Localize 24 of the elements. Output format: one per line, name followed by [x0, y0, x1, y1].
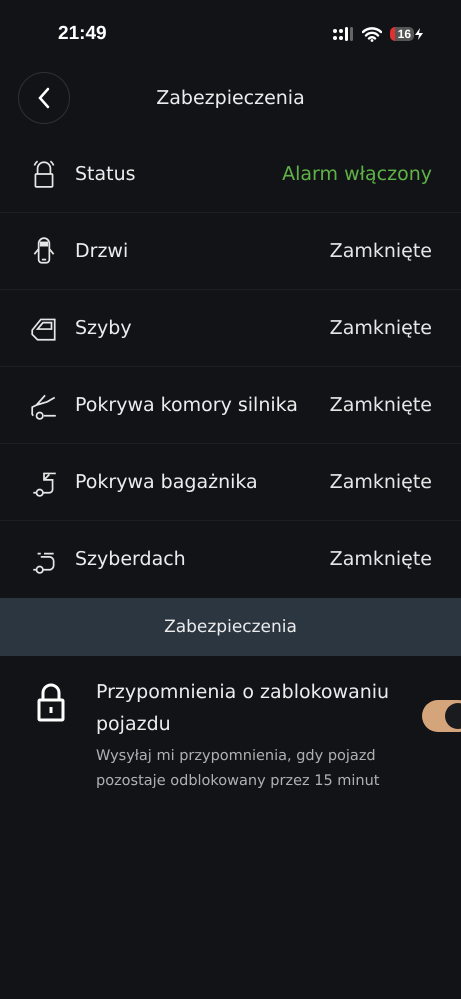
- padlock-icon: [36, 682, 66, 722]
- back-button[interactable]: [18, 72, 70, 124]
- screen-title: Zabezpieczenia: [156, 87, 305, 109]
- row-label: Szyby: [75, 317, 133, 339]
- status-value: Zamknięte: [330, 394, 432, 416]
- reminder-description: Wysyłaj mi przypomnienia, gdy pojazd pozostaje odblokowany przez 15 minut: [96, 747, 380, 791]
- row-label: Status: [75, 163, 137, 185]
- wifi-icon: [362, 26, 382, 42]
- status-value: Alarm włączony: [282, 163, 432, 185]
- status-value: Zamknięte: [330, 471, 432, 493]
- status-value: Zamknięte: [330, 317, 432, 339]
- signal-icon: [332, 26, 354, 42]
- row-label: Pokrywa bagażnika: [75, 471, 259, 493]
- status-value: Zamknięte: [330, 240, 432, 262]
- chevron-left-icon: [37, 87, 51, 109]
- row-label: Drzwi: [75, 240, 130, 262]
- battery-level: 16: [390, 27, 414, 41]
- row-label: Pokrywa komory silnika: [75, 394, 299, 416]
- reminder-title: Przypomnienia o zablokowaniu pojazdu: [96, 680, 390, 737]
- status-value: Zamknięte: [330, 548, 432, 570]
- clock: 21:49: [58, 23, 107, 45]
- section-title: Zabezpieczenia: [164, 617, 297, 637]
- row-label: Szyberdach: [75, 548, 187, 570]
- toggle-switch[interactable]: [422, 700, 461, 732]
